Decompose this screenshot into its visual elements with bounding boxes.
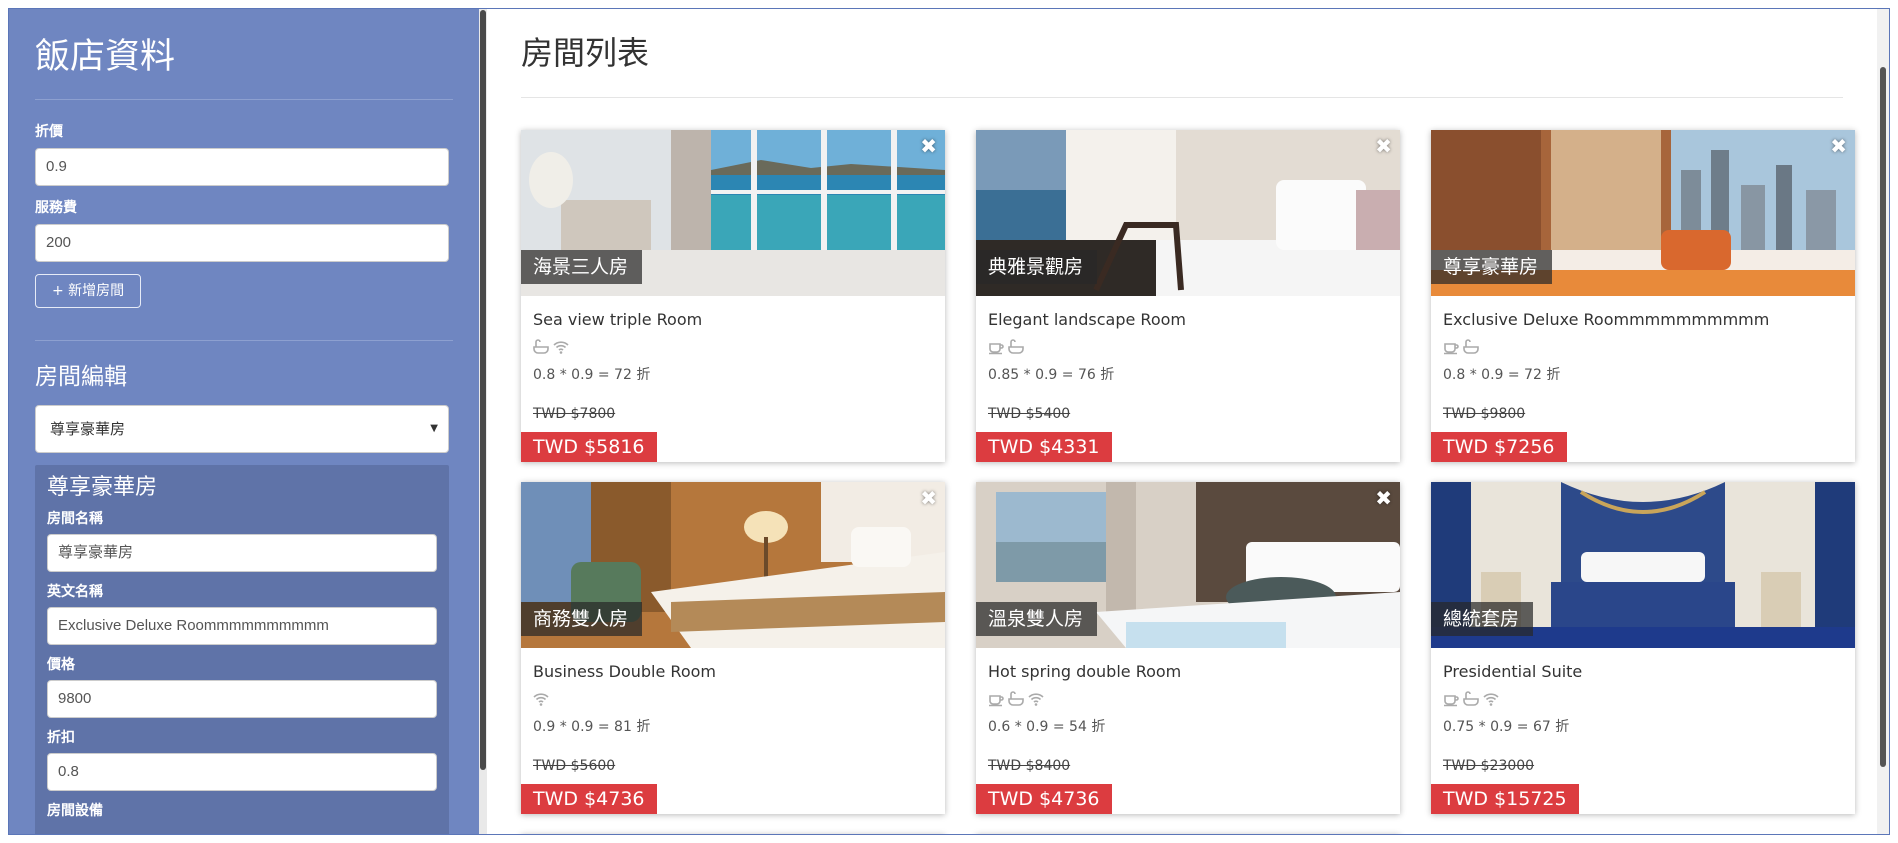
close-icon[interactable]: ✖ — [1375, 136, 1392, 156]
bath-icon — [1008, 691, 1024, 706]
room-name-input[interactable]: 尊享豪華房 — [47, 534, 437, 572]
bath-icon — [533, 339, 549, 354]
amenities-row — [988, 336, 1388, 358]
room-name-tag: 尊享豪華房 — [1431, 250, 1553, 284]
room-card[interactable]: ✖ 溫泉雙人房 Hot spring double Room 0.6 * 0.9… — [976, 482, 1400, 814]
room-edit-title: 房間編輯 — [35, 364, 127, 390]
amenities-label: 房間設備 — [47, 803, 103, 819]
room-photo: ✖ 典雅景觀房 — [976, 130, 1400, 296]
original-price: TWD $5600 — [533, 758, 616, 774]
breakfast-icon — [1444, 343, 1459, 355]
edit-panel-title: 尊享豪華房 — [47, 475, 158, 500]
room-photo: ✖ 海景三人房 — [521, 130, 945, 296]
wifi-icon — [533, 693, 549, 706]
room-english-name: Hot spring double Room — [988, 662, 1182, 681]
room-discount-input[interactable]: 0.8 — [47, 753, 437, 791]
price-badge: TWD $4331 — [976, 432, 1112, 462]
room-photo: ✖ 商務雙人房 — [521, 482, 945, 648]
main-content: 房間列表 ✖ 海景三人房 Sea view triple Room 0.8 * … — [487, 9, 1877, 834]
room-select-value: 尊享豪華房 — [50, 420, 126, 438]
amenities-row — [533, 688, 933, 710]
original-price: TWD $7800 — [533, 406, 616, 422]
original-price: TWD $8400 — [988, 758, 1071, 774]
main-scrollbar-thumb[interactable] — [1880, 67, 1886, 767]
price-badge: TWD $7256 — [1431, 432, 1567, 462]
add-room-button[interactable]: + 新增房間 — [35, 274, 142, 308]
room-english-name: Exclusive Deluxe Roommmmmmmmmm — [1443, 310, 1770, 329]
amenities-row — [533, 336, 933, 358]
close-icon[interactable]: ✖ — [920, 136, 937, 156]
wifi-icon — [1483, 693, 1499, 706]
english-name-label: 英文名稱 — [47, 584, 103, 600]
amenities-row — [988, 688, 1388, 710]
room-photo: 總統套房 — [1431, 482, 1855, 648]
room-name-tag: 商務雙人房 — [521, 602, 643, 636]
original-price: TWD $5400 — [988, 406, 1071, 422]
price-badge: TWD $5816 — [521, 432, 657, 462]
wifi-icon — [553, 341, 569, 354]
room-card[interactable]: ✖ 海景三人房 Sea view triple Room 0.8 * 0.9 =… — [521, 130, 945, 462]
original-price: TWD $23000 — [1443, 758, 1535, 774]
discount-formula: 0.75 * 0.9 = 67 折 — [1443, 719, 1570, 735]
main-scrollbar[interactable] — [1877, 9, 1889, 834]
room-photo: ✖ 溫泉雙人房 — [976, 482, 1400, 648]
price-badge: TWD $4736 — [976, 784, 1112, 814]
room-card[interactable]: ✖ 商務雙人房 Business Double Room 0.9 * 0.9 =… — [521, 482, 945, 814]
room-card[interactable]: ✖ 尊享豪華房 Exclusive Deluxe Roommmmmmmmmm 0… — [1431, 130, 1855, 462]
original-price: TWD $9800 — [1443, 406, 1526, 422]
close-icon[interactable]: ✖ — [1375, 488, 1392, 508]
room-english-name: Sea view triple Room — [533, 310, 703, 329]
price-input[interactable]: 9800 — [47, 680, 437, 718]
room-name-tag: 海景三人房 — [521, 250, 643, 284]
room-name-tag: 典雅景觀房 — [976, 250, 1098, 284]
discount-formula: 0.8 * 0.9 = 72 折 — [533, 367, 651, 383]
price-label: 價格 — [47, 657, 75, 673]
english-name-input[interactable]: Exclusive Deluxe Roommmmmmmmmm — [47, 607, 437, 645]
room-edit-panel: 尊享豪華房 房間名稱 尊享豪華房 英文名稱 Exclusive Deluxe R… — [35, 465, 449, 834]
breakfast-icon — [989, 343, 1004, 355]
divider — [521, 97, 1843, 98]
bath-icon — [1008, 339, 1024, 354]
room-card[interactable]: ✖ 典雅景觀房 Elegant landscape Room 0.85 * 0.… — [976, 130, 1400, 462]
price-badge: TWD $4736 — [521, 784, 657, 814]
room-name-tag: 溫泉雙人房 — [976, 602, 1098, 636]
room-english-name: Presidential Suite — [1443, 662, 1583, 681]
room-english-name: Business Double Room — [533, 662, 716, 681]
caret-down-icon: ▼ — [430, 423, 438, 434]
discount-input[interactable]: 0.9 — [35, 148, 449, 186]
sidebar-scrollbar-thumb[interactable] — [480, 10, 486, 770]
bath-icon — [1463, 339, 1479, 354]
breakfast-icon — [1444, 695, 1459, 707]
divider — [35, 340, 453, 341]
room-select[interactable]: 尊享豪華房 ▼ — [35, 405, 449, 453]
amenities-row — [1443, 688, 1843, 710]
room-grid: ✖ 海景三人房 Sea view triple Room 0.8 * 0.9 =… — [521, 130, 1855, 834]
room-photo: ✖ 尊享豪華房 — [1431, 130, 1855, 296]
wifi-icon — [1028, 693, 1044, 706]
room-name-label: 房間名稱 — [47, 511, 103, 527]
room-discount-label: 折扣 — [47, 730, 75, 746]
page-title: 房間列表 — [521, 34, 650, 72]
room-english-name: Elegant landscape Room — [988, 310, 1186, 329]
close-icon[interactable]: ✖ — [920, 488, 937, 508]
discount-formula: 0.85 * 0.9 = 76 折 — [988, 367, 1115, 383]
discount-label: 折價 — [35, 124, 63, 140]
discount-formula: 0.8 * 0.9 = 72 折 — [1443, 367, 1561, 383]
room-card[interactable]: 總統套房 Presidential Suite 0.75 * 0.9 = 67 … — [1431, 482, 1855, 814]
discount-formula: 0.6 * 0.9 = 54 折 — [988, 719, 1106, 735]
amenities-row — [1443, 336, 1843, 358]
service-fee-input[interactable]: 200 — [35, 224, 449, 262]
bath-icon — [1463, 691, 1479, 706]
room-name-tag: 總統套房 — [1431, 602, 1534, 636]
sidebar-title: 飯店資料 — [35, 37, 176, 77]
close-icon[interactable]: ✖ — [1830, 136, 1847, 156]
discount-formula: 0.9 * 0.9 = 81 折 — [533, 719, 651, 735]
breakfast-icon — [989, 695, 1004, 707]
service-fee-label: 服務費 — [35, 200, 77, 216]
app-frame: 飯店資料 折價 0.9 服務費 200 + 新增房間 房間編輯 尊享豪華房 ▼ … — [8, 8, 1890, 835]
sidebar-scrollbar[interactable] — [479, 9, 487, 834]
divider — [35, 99, 453, 100]
price-badge: TWD $15725 — [1431, 784, 1579, 814]
sidebar: 飯店資料 折價 0.9 服務費 200 + 新增房間 房間編輯 尊享豪華房 ▼ … — [9, 9, 479, 834]
